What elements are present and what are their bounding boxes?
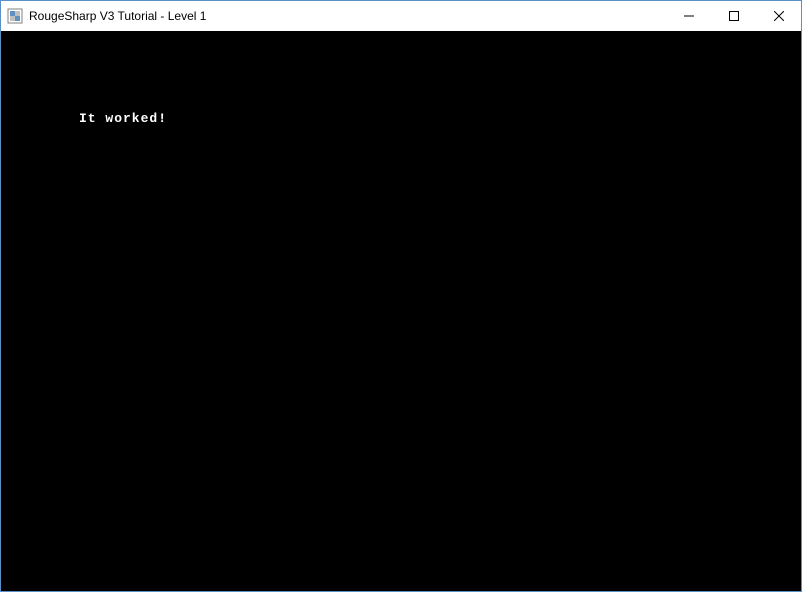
window-title: RougeSharp V3 Tutorial - Level 1	[29, 9, 666, 23]
minimize-button[interactable]	[666, 1, 711, 30]
window-controls	[666, 1, 801, 31]
maximize-icon	[729, 11, 739, 21]
close-icon	[774, 11, 784, 21]
console-message: It worked!	[79, 111, 167, 126]
maximize-button[interactable]	[711, 1, 756, 30]
application-window: RougeSharp V3 Tutorial - Level 1 It work	[0, 0, 802, 592]
titlebar[interactable]: RougeSharp V3 Tutorial - Level 1	[1, 1, 801, 31]
minimize-icon	[684, 11, 694, 21]
app-icon	[7, 8, 23, 24]
close-button[interactable]	[756, 1, 801, 30]
content-area: It worked!	[1, 31, 801, 591]
